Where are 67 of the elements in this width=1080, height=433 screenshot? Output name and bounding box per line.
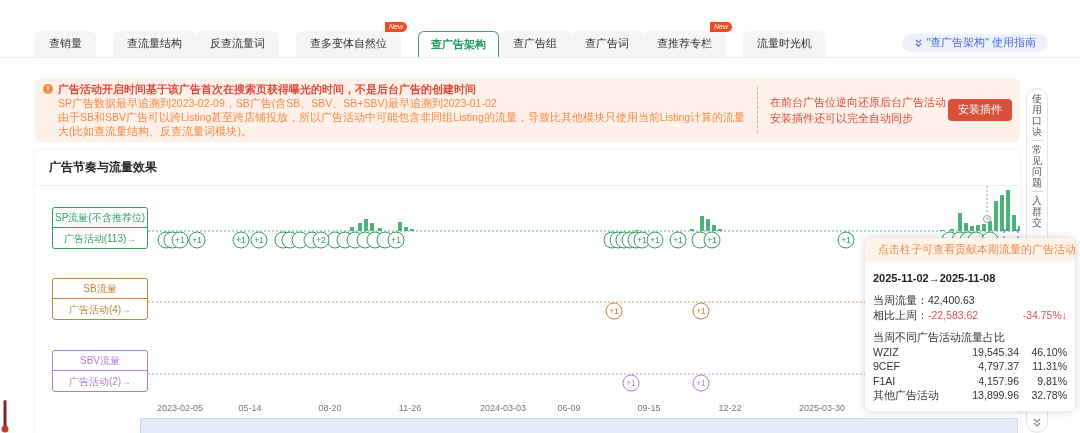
tab[interactable]: 查广告组: [499, 31, 571, 57]
share-name: 9CEF: [873, 359, 901, 374]
activity-marker: +1: [171, 231, 189, 249]
activity-marker: +1: [703, 231, 721, 249]
activity-marker: +1: [250, 231, 268, 249]
activity-marker: +1: [692, 374, 710, 392]
activity-marker: +1: [605, 302, 623, 320]
share-percent: 46.10%: [1030, 344, 1067, 359]
install-button[interactable]: 安装插件: [948, 99, 1012, 121]
metric-value: 42,400.63: [928, 292, 975, 308]
tab[interactable]: 查销量: [35, 31, 96, 57]
activity-marker: +1: [646, 231, 664, 249]
plugin-text: 在前台广告位逆向还原后台广告活动: [770, 95, 944, 110]
share-value: 19,545.34: [972, 344, 1019, 359]
metric-value: -22,583.62: [928, 307, 979, 323]
axis-label: 2025-03-30: [799, 403, 845, 413]
traffic-label: SBV流量: [53, 351, 147, 371]
tab[interactable]: 流量时光机: [743, 31, 826, 57]
activity-link[interactable]: 广告活动(113)→: [53, 228, 147, 248]
share-percent: 32.78%: [1030, 388, 1067, 403]
plugin-text: 安装插件还可以完全自动同步: [770, 111, 914, 126]
tooltip-period: 2025-11-02→2025-11-08: [873, 271, 997, 286]
traffic-label: SB流量: [53, 279, 147, 299]
axis-label: 05-14: [238, 403, 262, 413]
guide-link[interactable]: "查广告架构" 使用指南: [901, 34, 1048, 52]
tab[interactable]: 查流量结构: [113, 31, 196, 57]
activity-marker: +1: [692, 302, 710, 320]
tab[interactable]: 查推荐专栏: [643, 31, 726, 57]
tab[interactable]: 反查流量词: [196, 31, 279, 57]
side-link[interactable]: 常见问题: [1032, 144, 1042, 188]
tab[interactable]: 查广告词: [571, 31, 643, 57]
activity-marker: +1: [622, 374, 640, 392]
notice-title: 广告活动开启时间基于该广告首次在搜索页获得曝光的时间，不是后台广告的创建时间: [58, 82, 477, 96]
tab[interactable]: 查多变体自然位: [296, 31, 401, 57]
axis-label: 2024-03-03: [480, 403, 526, 413]
axis-label: 09-15: [637, 403, 661, 413]
metric-value: -34.75%↓: [1022, 307, 1067, 323]
axis-label: 06-09: [557, 403, 581, 413]
side-link[interactable]: 使用口诀: [1032, 93, 1042, 137]
traffic-label: SP流量(不含推荐位): [53, 208, 147, 228]
activity-marker: +1: [232, 231, 250, 249]
notice-text: SP广告数据最早追溯到2023-02-09，SB广告(含SB、SBV、SB+SBV)最早追溯到2023-01-02: [58, 96, 498, 110]
metric-label: 相比上周：: [873, 307, 928, 323]
tooltip-hint: 点击柱子可查看贡献本期流量的广告活动: [878, 242, 1075, 258]
share-name: WZIZ: [873, 344, 900, 359]
share-name: 其他广告活动: [873, 388, 940, 403]
share-value: 4,157.96: [978, 373, 1019, 388]
tab[interactable]: 查广告架构: [418, 31, 499, 57]
activity-marker: +1: [387, 231, 405, 249]
chart-title: 广告节奏与流量效果: [49, 159, 157, 175]
share-value: 4,797.37: [978, 359, 1019, 374]
activity-marker: +1: [837, 231, 855, 249]
metric-label: 当周流量：: [873, 292, 928, 308]
side-link[interactable]: 入群交: [1032, 195, 1042, 228]
share-name: F1AI: [873, 373, 897, 388]
activity-marker: +1: [188, 231, 206, 249]
activity-marker: +2: [312, 231, 330, 249]
axis-label: 12-22: [718, 403, 742, 413]
axis-label: 2023-02-05: [157, 403, 203, 413]
section-title: 当周不同广告活动流量占比: [873, 329, 1006, 345]
axis-label: 08-20: [318, 403, 342, 413]
activity-marker: +1: [669, 231, 687, 249]
share-value: 13,899.96: [972, 388, 1019, 403]
notice-text: 由于SB和SBV广告可以跨Listing甚至跨店铺投放，所以广告活动中可能包含非同组Listing的流量，导致比其他模块只使用当前Listing计算的流量大(比如查流量结构、反查流量词模块)。: [58, 110, 747, 138]
share-percent: 9.81%: [1036, 373, 1067, 388]
axis-label: 11-26: [398, 403, 422, 413]
share-percent: 11.31%: [1031, 359, 1067, 374]
